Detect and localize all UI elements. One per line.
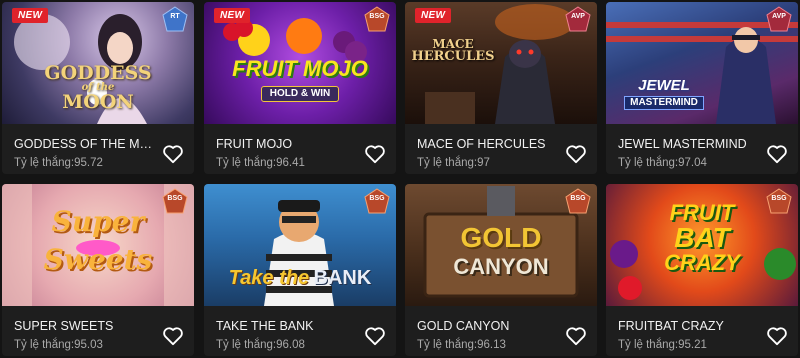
win-rate-label: Tỷ lệ thắng: xyxy=(618,339,679,351)
art-title-line2: BAT xyxy=(674,222,730,253)
new-badge: NEW xyxy=(415,8,452,23)
game-thumbnail[interactable]: FRUIT MOJO HOLD & WIN NEW BSG xyxy=(204,2,396,124)
win-rate-label: Tỷ lệ thắng: xyxy=(14,157,75,169)
art-title-line2: MASTERMIND xyxy=(624,96,704,110)
win-rate-value: 95.21 xyxy=(678,339,707,351)
game-info: TAKE THE BANK Tỷ lệ thắng:96.08 xyxy=(204,306,396,356)
provider-label: BSG xyxy=(570,195,586,202)
new-badge: NEW xyxy=(214,8,251,23)
art-title-line2: CANYON xyxy=(453,254,549,279)
provider-label: RT xyxy=(170,13,180,20)
game-name[interactable]: JEWEL MASTERMIND xyxy=(618,137,758,151)
game-info: GODDESS OF THE MOO... Tỷ lệ thắng:95.72 xyxy=(2,124,194,174)
game-name[interactable]: GOLD CANYON xyxy=(417,319,557,333)
game-card-take-the-bank[interactable]: Take the BANK BSG TAKE THE BANK Tỷ lệ th… xyxy=(204,184,396,356)
game-card-fruitbat-crazy[interactable]: FRUIT BAT CRAZY BSG FRUITBAT CRAZY Tỷ lệ… xyxy=(606,184,798,356)
win-rate: Tỷ lệ thắng:96.41 xyxy=(216,157,305,169)
win-rate: Tỷ lệ thắng:95.03 xyxy=(14,339,103,351)
win-rate-value: 96.08 xyxy=(276,339,305,351)
win-rate-label: Tỷ lệ thắng: xyxy=(417,339,478,351)
art-title-line1: GODDESS xyxy=(44,62,152,84)
provider-label: BSG xyxy=(771,195,787,202)
heart-icon[interactable] xyxy=(766,144,788,164)
heart-icon[interactable] xyxy=(565,144,587,164)
game-info: SUPER SWEETS Tỷ lệ thắng:95.03 xyxy=(2,306,194,356)
provider-label: BSG xyxy=(369,13,385,20)
art-title-line2: HERCULES xyxy=(411,49,495,64)
game-card-gold-canyon[interactable]: GOLD CANYON BSG GOLD CANYON Tỷ lệ thắng:… xyxy=(405,184,597,356)
provider-logo: AVP xyxy=(766,6,792,32)
win-rate: Tỷ lệ thắng:96.08 xyxy=(216,339,305,351)
win-rate-label: Tỷ lệ thắng: xyxy=(216,157,277,169)
game-grid: GODDESS of the MOON NEW RT GODDESS OF TH… xyxy=(0,0,800,358)
art-title-line3: CRAZY xyxy=(664,250,740,275)
provider-label: BSG xyxy=(167,195,183,202)
game-card-super-sweets[interactable]: Super Sweets BSG SUPER SWEETS Tỷ lệ thắn… xyxy=(2,184,194,356)
heart-icon[interactable] xyxy=(162,144,184,164)
win-rate-value: 96.41 xyxy=(276,157,305,169)
heart-icon[interactable] xyxy=(565,326,587,346)
win-rate: Tỷ lệ thắng:97 xyxy=(417,157,490,169)
win-rate: Tỷ lệ thắng:96.13 xyxy=(417,339,506,351)
win-rate-value: 95.72 xyxy=(74,157,103,169)
game-thumbnail[interactable]: MACE HERCULES NEW AVP xyxy=(405,2,597,124)
heart-icon[interactable] xyxy=(162,326,184,346)
win-rate-label: Tỷ lệ thắng: xyxy=(216,339,277,351)
provider-logo: AVP xyxy=(565,6,591,32)
game-name[interactable]: GODDESS OF THE MOO... xyxy=(14,137,154,151)
game-info: MACE OF HERCULES Tỷ lệ thắng:97 xyxy=(405,124,597,174)
heart-icon[interactable] xyxy=(766,326,788,346)
game-info: FRUITBAT CRAZY Tỷ lệ thắng:95.21 xyxy=(606,306,798,356)
game-name[interactable]: SUPER SWEETS xyxy=(14,319,154,333)
win-rate-value: 95.03 xyxy=(74,339,103,351)
provider-label: AVP xyxy=(571,13,585,20)
heart-icon[interactable] xyxy=(364,144,386,164)
heart-icon[interactable] xyxy=(364,326,386,346)
win-rate-value: 97.04 xyxy=(678,157,707,169)
game-thumbnail[interactable]: GODDESS of the MOON NEW RT xyxy=(2,2,194,124)
game-card-goddess-of-the-moon[interactable]: GODDESS of the MOON NEW RT GODDESS OF TH… xyxy=(2,2,194,174)
win-rate-value: 97 xyxy=(477,157,490,169)
provider-label: AVP xyxy=(772,13,786,20)
game-card-mace-of-hercules[interactable]: MACE HERCULES NEW AVP MACE OF HERCULES T… xyxy=(405,2,597,174)
game-thumbnail[interactable]: JEWEL MASTERMIND AVP xyxy=(606,2,798,124)
win-rate-value: 96.13 xyxy=(477,339,506,351)
provider-logo: BSG xyxy=(162,188,188,214)
art-title-line2: BANK xyxy=(313,267,372,289)
win-rate-label: Tỷ lệ thắng: xyxy=(618,157,679,169)
win-rate: Tỷ lệ thắng:97.04 xyxy=(618,157,707,169)
provider-logo: BSG xyxy=(766,188,792,214)
game-info: GOLD CANYON Tỷ lệ thắng:96.13 xyxy=(405,306,597,356)
art-title-line1: JEWEL xyxy=(638,77,690,94)
game-thumbnail[interactable]: FRUIT BAT CRAZY BSG xyxy=(606,184,798,306)
game-thumbnail[interactable]: Take the BANK BSG xyxy=(204,184,396,306)
provider-label: BSG xyxy=(369,195,385,202)
game-card-jewel-mastermind[interactable]: JEWEL MASTERMIND AVP JEWEL MASTERMIND Tỷ… xyxy=(606,2,798,174)
new-badge: NEW xyxy=(12,8,49,23)
win-rate-label: Tỷ lệ thắng: xyxy=(417,157,478,169)
art-title-line1: GOLD xyxy=(460,222,542,253)
art-title-line1: Take the xyxy=(228,267,310,289)
game-thumbnail[interactable]: GOLD CANYON BSG xyxy=(405,184,597,306)
game-name[interactable]: MACE OF HERCULES xyxy=(417,137,557,151)
win-rate-label: Tỷ lệ thắng: xyxy=(14,339,75,351)
win-rate: Tỷ lệ thắng:95.72 xyxy=(14,157,103,169)
game-info: JEWEL MASTERMIND Tỷ lệ thắng:97.04 xyxy=(606,124,798,174)
game-name[interactable]: FRUITBAT CRAZY xyxy=(618,319,758,333)
game-card-fruit-mojo[interactable]: FRUIT MOJO HOLD & WIN NEW BSG FRUIT MOJO… xyxy=(204,2,396,174)
game-name[interactable]: FRUIT MOJO xyxy=(216,137,356,151)
art-title-line2: HOLD & WIN xyxy=(260,86,340,102)
art-title-line2: Sweets xyxy=(43,243,153,276)
game-info: FRUIT MOJO Tỷ lệ thắng:96.41 xyxy=(204,124,396,174)
provider-logo: RT xyxy=(162,6,188,32)
game-thumbnail[interactable]: Super Sweets BSG xyxy=(2,184,194,306)
game-name[interactable]: TAKE THE BANK xyxy=(216,319,356,333)
win-rate: Tỷ lệ thắng:95.21 xyxy=(618,339,707,351)
provider-logo: BSG xyxy=(565,188,591,214)
art-title-line3: MOON xyxy=(62,91,134,113)
provider-logo: BSG xyxy=(364,188,390,214)
art-title-line1: FRUIT MOJO xyxy=(232,56,368,81)
provider-logo: BSG xyxy=(364,6,390,32)
